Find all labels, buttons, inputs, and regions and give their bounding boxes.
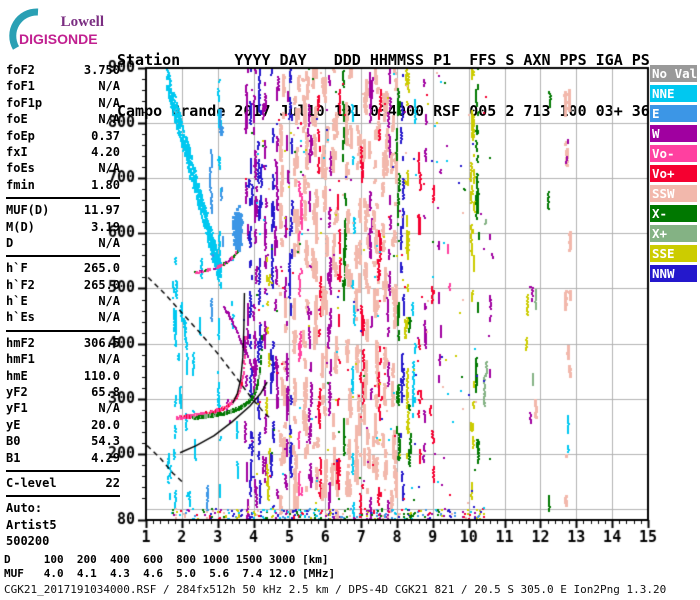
legend-item-X-: X-	[650, 205, 697, 222]
muf-row: MUF 4.0 4.1 4.3 4.6 5.0 5.6 7.4 12.0 [MH…	[4, 567, 336, 580]
status-line: CGK21_2017191034000.RSF / 284fx512h 50 k…	[4, 583, 667, 596]
distance-row: D 100 200 400 600 800 1000 1500 3000 [km…	[4, 553, 329, 566]
legend-item-Vo+: Vo+	[650, 165, 697, 182]
legend-item-NoVal: No Val	[650, 65, 697, 82]
legend-item-SSE: SSE	[650, 245, 697, 262]
digisonde-ionogram-window: Lowell DIGISONDE Station YYYY DAY DDD HH…	[0, 0, 700, 600]
legend-item-W: W	[650, 125, 697, 142]
legend-item-NNE: NNE	[650, 85, 697, 102]
ionogram-plot	[0, 0, 700, 600]
legend-item-E: E	[650, 105, 697, 122]
legend-item-SSW: SSW	[650, 185, 697, 202]
legend-item-NNW: NNW	[650, 265, 697, 282]
echo-direction-legend: No Val NNE E W Vo- Vo+ SSW X- X+ SSE NNW	[650, 65, 698, 285]
legend-item-X+: X+	[650, 225, 697, 242]
legend-item-Vo-: Vo-	[650, 145, 697, 162]
